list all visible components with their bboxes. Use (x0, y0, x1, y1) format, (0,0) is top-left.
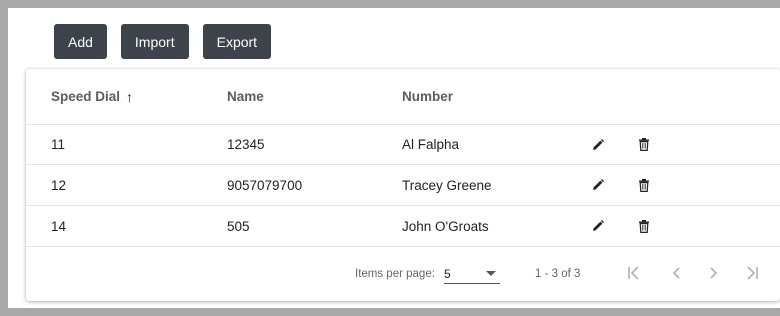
table-header-row: Speed Dial ↑ Name Number (26, 69, 780, 125)
items-per-page-label: Items per page: (355, 268, 435, 280)
pencil-icon (589, 176, 607, 194)
edit-row-button[interactable] (589, 165, 607, 205)
number-cell: Al Falpha (402, 137, 460, 152)
sort-ascending-icon: ↑ (126, 88, 134, 105)
delete-row-button[interactable] (635, 165, 653, 205)
table-row: 14 505 John O'Groats (26, 206, 780, 247)
name-cell: 12345 (227, 137, 265, 152)
items-per-page-value: 5 (444, 266, 451, 281)
trash-icon (635, 176, 653, 194)
export-button[interactable]: Export (202, 24, 272, 59)
column-header-label: Speed Dial (51, 89, 121, 104)
next-page-icon (710, 267, 718, 279)
edit-row-button[interactable] (589, 206, 607, 246)
page-range-label: 1 - 3 of 3 (535, 268, 581, 280)
items-per-page-select[interactable]: 5 (444, 264, 500, 284)
import-button[interactable]: Import (120, 24, 189, 59)
first-page-icon (628, 266, 639, 280)
dropdown-caret-icon (486, 271, 496, 276)
delete-row-button[interactable] (635, 206, 653, 246)
previous-page-button[interactable] (665, 262, 687, 284)
number-cell: Tracey Greene (402, 177, 492, 193)
column-header-number[interactable]: Number (402, 69, 453, 124)
table-row: 12 9057079700 Tracey Greene (26, 165, 780, 206)
toolbar: Add Import Export (54, 24, 285, 59)
edit-row-button[interactable] (589, 125, 607, 164)
pencil-icon (589, 136, 607, 154)
number-cell: John O'Groats (402, 218, 489, 234)
trash-icon (635, 136, 653, 154)
table-row: 11 12345 Al Falpha (26, 125, 780, 165)
speed-dial-cell: 12 (51, 177, 67, 193)
speed-dial-table: Speed Dial ↑ Name Number 11 12345 Al Fal… (26, 69, 780, 301)
name-cell: 9057079700 (227, 177, 303, 193)
speed-dial-cell: 11 (51, 137, 66, 152)
last-page-button[interactable] (741, 262, 763, 284)
previous-page-icon (672, 267, 680, 279)
last-page-icon (747, 266, 758, 280)
column-header-name[interactable]: Name (227, 69, 264, 124)
name-cell: 505 (227, 218, 250, 234)
delete-row-button[interactable] (635, 125, 653, 164)
add-button[interactable]: Add (54, 24, 107, 59)
speed-dial-cell: 14 (51, 218, 67, 234)
pencil-icon (589, 217, 607, 235)
first-page-button[interactable] (623, 262, 645, 284)
next-page-button[interactable] (703, 262, 725, 284)
column-header-speed-dial[interactable]: Speed Dial ↑ (51, 69, 133, 124)
paginator: Items per page: 5 1 - 3 of 3 (26, 247, 780, 301)
content-panel: Add Import Export Speed Dial ↑ Name Numb… (8, 8, 780, 308)
trash-icon (635, 217, 653, 235)
